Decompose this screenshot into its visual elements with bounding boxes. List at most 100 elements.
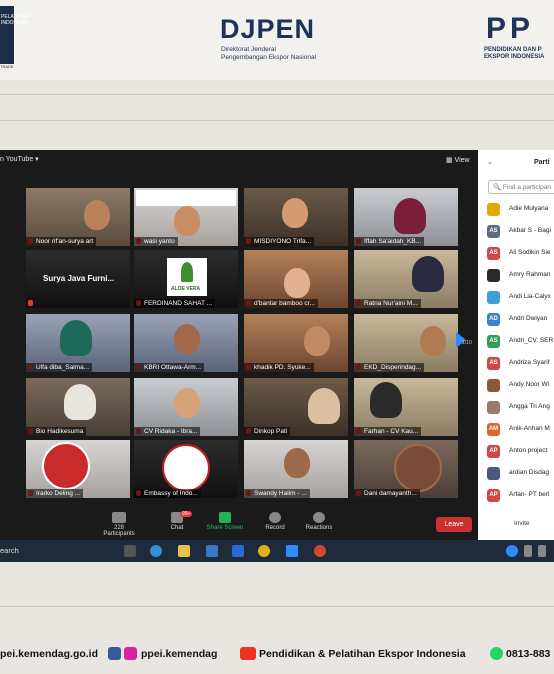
participant-row[interactable]: Amry Rahman — [487, 268, 554, 284]
video-tile[interactable]: CV Ridaka - Ibra... — [134, 378, 238, 436]
task-view-icon[interactable] — [124, 545, 136, 557]
participant-row[interactable]: ardian Disdag — [487, 466, 554, 482]
participant-row-name: Andy Noor Wi — [509, 381, 550, 388]
network-icon[interactable] — [524, 545, 532, 557]
participant-row[interactable]: AP Anton project — [487, 444, 554, 460]
participant-avatar: AP — [487, 445, 500, 458]
participant-row-name: Arfan- PT berl — [509, 491, 550, 498]
ppei-line-2: EKSPOR INDONESIA — [484, 54, 545, 60]
video-tile[interactable]: Ratna Nur'aini M... — [354, 250, 458, 308]
video-tile[interactable]: EKD_Disperindag... — [354, 314, 458, 372]
invite-button[interactable]: Invite — [514, 520, 530, 527]
participant-row-name: Angga Tri Ang — [509, 403, 550, 410]
chevron-down-icon[interactable]: ⌄ — [487, 158, 493, 166]
chat-badge: 99+ — [180, 511, 193, 517]
participant-name: Dinkop Pati — [244, 427, 291, 436]
participant-face — [304, 326, 330, 356]
video-tile[interactable]: Irarko Deling ... — [26, 440, 130, 498]
dropbox-icon[interactable] — [232, 545, 244, 557]
participant-name: Dani damayanth... — [354, 489, 420, 498]
participant-face — [394, 198, 426, 234]
participant-row[interactable]: Adie Mulyana — [487, 202, 554, 218]
participant-avatar: AM — [487, 423, 500, 436]
participant-row[interactable]: AP Arfan- PT berl — [487, 488, 554, 504]
file-explorer-icon[interactable] — [178, 545, 190, 557]
reactions-button[interactable]: Reactions — [292, 512, 346, 531]
reactions-label: Reactions — [305, 525, 333, 531]
zoom-app-icon[interactable] — [286, 545, 298, 557]
windows-taskbar: earch — [0, 540, 554, 562]
organization-seal-icon — [42, 442, 90, 490]
participant-avatar — [487, 203, 500, 216]
video-tile[interactable]: Farhan - CV Kau... — [354, 378, 458, 436]
video-tile[interactable]: d'bantar bamboo cr... — [244, 250, 348, 308]
help-icon[interactable] — [506, 545, 518, 557]
video-tile[interactable]: Iffah Sa'aidah_KB... — [354, 188, 458, 246]
video-tile[interactable]: Bio Hadikesuma — [26, 378, 130, 436]
participant-row[interactable]: Andi Lia-Calyx — [487, 290, 554, 306]
youtube-stream-dropdown[interactable]: n YouTube ▾ — [0, 155, 39, 163]
whatsapp-icon — [490, 647, 503, 660]
edge-browser-icon[interactable] — [150, 545, 162, 557]
ppei-subtitle: PENDIDIKAN DAN P EKSPOR INDONESIA — [484, 47, 544, 61]
video-tile[interactable]: Noor rif'an-surya art — [26, 188, 130, 246]
video-tile[interactable]: khadik PD. Syuke... — [244, 314, 348, 372]
zoom-meeting-window: n YouTube ▾ ▦ View Noor rif'an-surya art… — [0, 150, 554, 540]
ministry-logo-text: PELATIHAN INDONESIA — [1, 14, 29, 26]
participant-avatar — [487, 467, 500, 480]
video-tile[interactable]: Ulfa diba_Salma... — [26, 314, 130, 372]
muted-mic-icon — [28, 300, 33, 306]
video-tile[interactable]: MISDIYONO Trifa... — [244, 188, 348, 246]
taskbar-search[interactable]: earch — [0, 546, 19, 555]
leave-button[interactable]: Leave — [436, 517, 472, 532]
volume-icon[interactable] — [538, 545, 546, 557]
zoom-top-bar: n YouTube ▾ ▦ View — [0, 150, 478, 172]
participant-row[interactable]: AS Ali Sodikin Sie — [487, 246, 554, 262]
participant-name: Iffah Sa'aidah_KB... — [354, 237, 425, 246]
participant-row[interactable]: AS Akbar S - Bagi — [487, 224, 554, 240]
find-participant-placeholder: Find a participan — [502, 184, 551, 191]
participant-face — [394, 444, 442, 492]
participant-face — [420, 326, 446, 356]
participant-name: Irarko Deling ... — [26, 489, 84, 498]
participant-avatar — [487, 379, 500, 392]
chat-button[interactable]: 99+ Chat — [150, 511, 204, 531]
participant-face — [174, 206, 200, 236]
participant-row[interactable]: AS Andri_CV. SER — [487, 334, 554, 350]
video-tile[interactable]: wasi yanto — [134, 188, 238, 246]
participant-avatar: AD — [487, 313, 500, 326]
aloe-vera-logo: ALOE VERA — [167, 258, 207, 296]
video-tile[interactable]: Dinkop Pati — [244, 378, 348, 436]
participant-face — [174, 324, 200, 354]
powerpoint-icon[interactable] — [314, 545, 326, 557]
video-tile[interactable]: Embassy of Indo... — [134, 440, 238, 498]
mail-icon[interactable] — [206, 545, 218, 557]
record-icon — [269, 512, 281, 523]
share-screen-icon — [219, 512, 231, 523]
find-participant-input[interactable]: 🔍 Find a participan — [488, 180, 554, 194]
participant-row[interactable]: Andy Noor Wi — [487, 378, 554, 394]
share-screen-button[interactable]: Share Screen — [198, 512, 252, 531]
participants-button[interactable]: 228 Participants — [92, 512, 146, 537]
chrome-icon[interactable] — [258, 545, 270, 557]
view-button[interactable]: ▦ View — [446, 156, 470, 164]
participant-face — [174, 388, 200, 418]
participant-row[interactable]: AM Anik-Anhan M — [487, 422, 554, 438]
participant-face — [308, 388, 340, 424]
video-tile[interactable]: Swandy Halim - ... — [244, 440, 348, 498]
participant-row[interactable]: AS Andriza Syarif — [487, 356, 554, 372]
participant-row[interactable]: Angga Tri Ang — [487, 400, 554, 416]
ministry-logo-sub: TRADE — [0, 64, 14, 69]
participant-name: d'bantar bamboo cr... — [244, 299, 318, 308]
participant-avatar: AP — [487, 489, 500, 502]
video-tile[interactable]: KBRI Ottawa-Arm... — [134, 314, 238, 372]
participant-face — [60, 320, 92, 356]
participant-row[interactable]: AD Andri Dwiyan — [487, 312, 554, 328]
participant-name: KBRI Ottawa-Arm... — [134, 363, 205, 372]
video-tile[interactable]: Surya Java Furni... — [26, 250, 130, 308]
video-tile[interactable]: ALOE VERA FERDINAND SAHAT ... — [134, 250, 238, 308]
video-tile[interactable]: Dani damayanth... — [354, 440, 458, 498]
participant-avatar — [487, 269, 500, 282]
participant-name: khadik PD. Syuke... — [244, 363, 314, 372]
djpen-line-1: Direktorat Jenderal — [221, 46, 276, 53]
